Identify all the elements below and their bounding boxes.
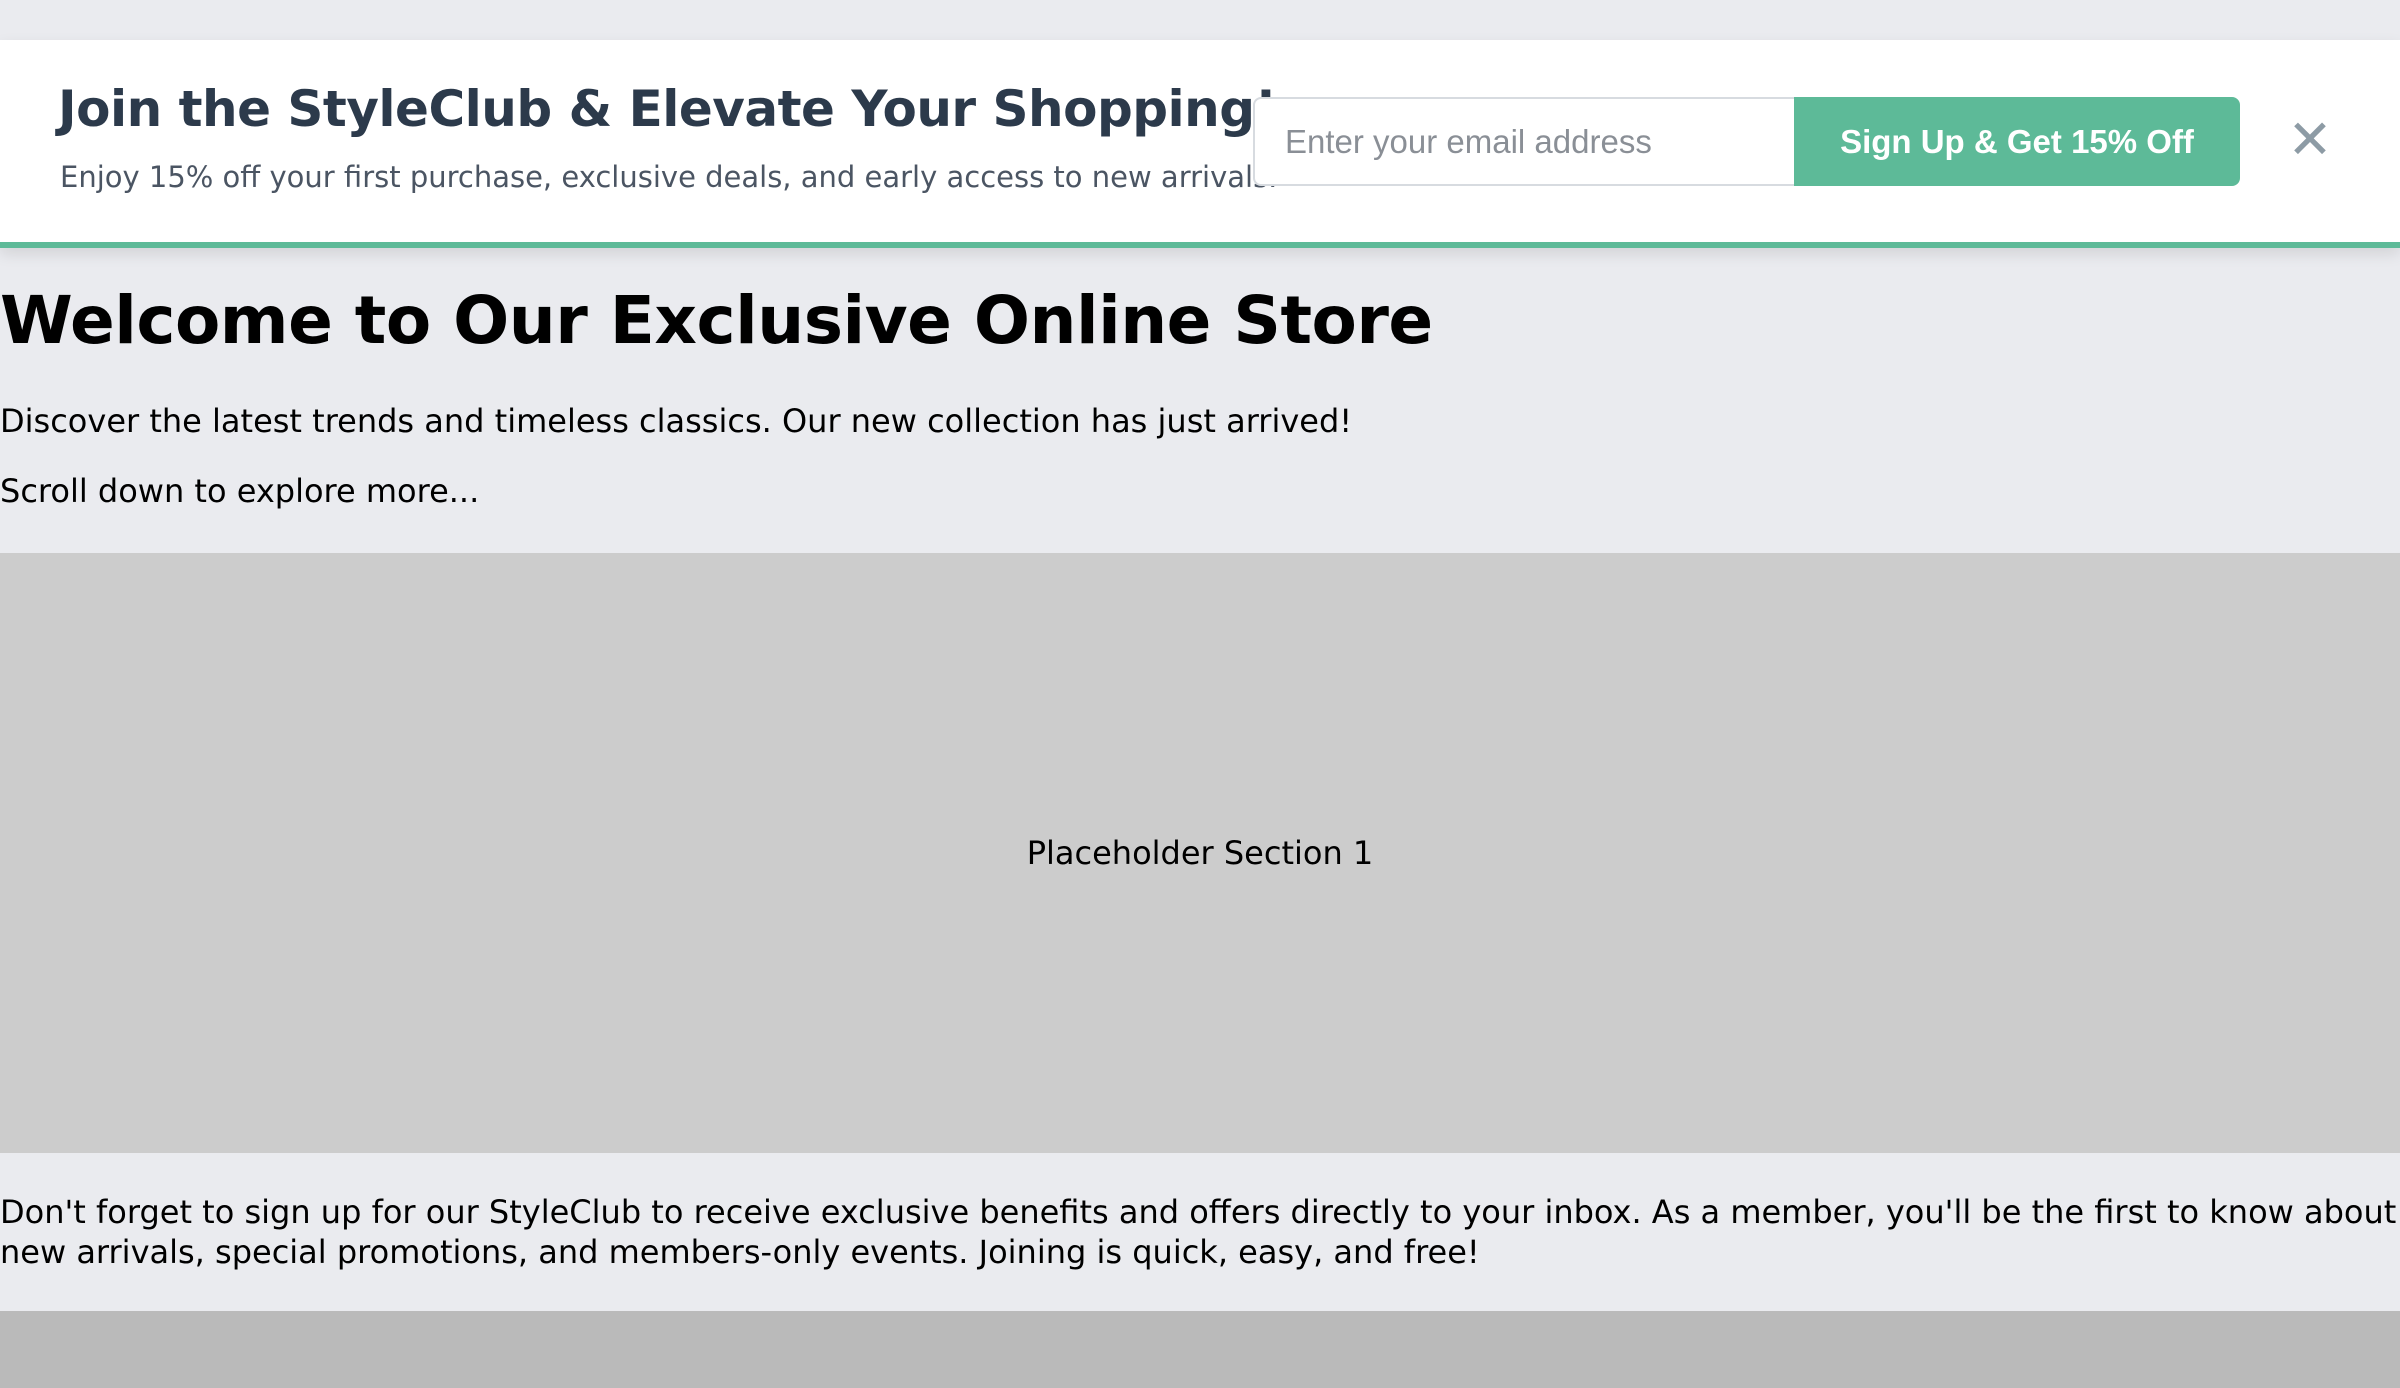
signup-reminder-text: Don't forget to sign up for our StyleClu…: [0, 1193, 2397, 1271]
scroll-hint: Scroll down to explore more...: [0, 472, 480, 510]
banner-title: Join the StyleClub & Elevate Your Shoppi…: [58, 80, 1277, 138]
signup-button[interactable]: Sign Up & Get 15% Off: [1794, 97, 2240, 186]
placeholder-section-label: Placeholder Section 1: [1026, 834, 1374, 872]
email-input[interactable]: [1253, 97, 1795, 186]
page-title: Welcome to Our Exclusive Online Store: [0, 282, 1433, 359]
placeholder-section-2: [0, 1311, 2400, 1388]
banner-subtitle: Enjoy 15% off your first purchase, exclu…: [60, 160, 1278, 194]
newsletter-banner: Join the StyleClub & Elevate Your Shoppi…: [0, 40, 2400, 248]
close-icon[interactable]: ✕: [2280, 102, 2340, 178]
placeholder-section-1: Placeholder Section 1: [0, 553, 2400, 1153]
intro-text: Discover the latest trends and timeless …: [0, 402, 1353, 440]
